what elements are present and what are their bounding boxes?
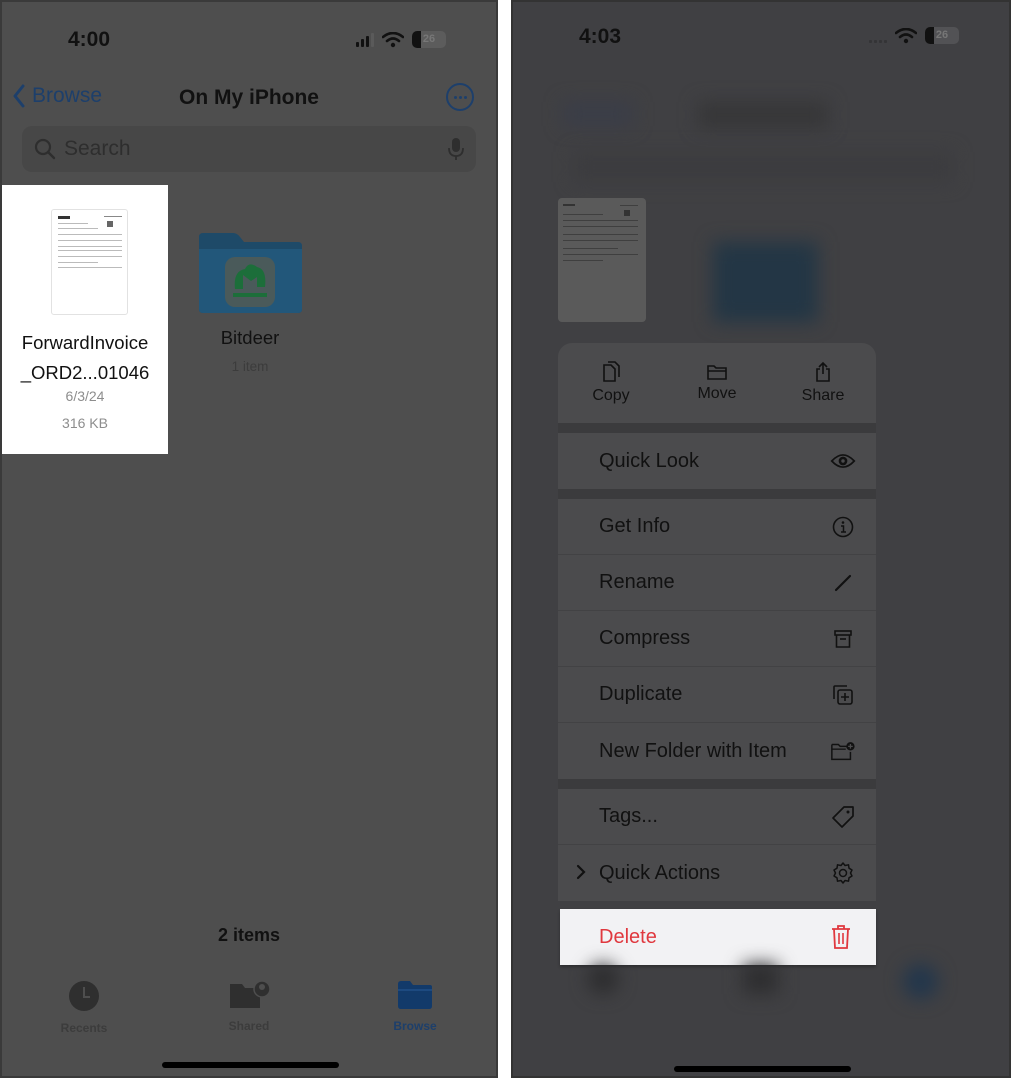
menu-item-tags[interactable]: Tags... <box>558 789 876 845</box>
menu-item-label: New Folder with Item <box>599 739 787 762</box>
wifi-icon <box>382 31 404 47</box>
right-phone-screen: 4:03 26 Copy Move Share Quick Look Get I… <box>511 0 1011 1078</box>
duplicate-plus-icon <box>833 684 853 705</box>
delete-label: Delete <box>599 925 657 948</box>
file-item-invoice[interactable]: ForwardInvoice _ORD2...01046 6/3/24 316 … <box>2 185 168 454</box>
cellular-signal-icon <box>869 29 887 43</box>
home-indicator[interactable] <box>162 1062 339 1068</box>
folder-item-count: 1 item <box>231 359 269 374</box>
tag-icon <box>832 805 854 828</box>
clock-icon <box>69 981 99 1011</box>
tab-bar: Recents Shared Browse <box>2 980 496 1040</box>
ellipsis-dot <box>453 95 457 99</box>
menu-item-rename[interactable]: Rename <box>558 555 876 611</box>
copy-doc-icon <box>603 361 620 382</box>
items-count: 2 items <box>217 925 281 945</box>
eye-icon <box>830 454 856 468</box>
file-name: ForwardInvoice _ORD2...01046 <box>2 328 168 388</box>
file-preview-thumbnail <box>558 198 646 322</box>
left-phone-screen: 4:00 26 Browse On My iPhone Search Forwa… <box>0 0 498 1078</box>
file-size: 316 KB <box>62 415 108 431</box>
shared-folder-icon <box>230 980 271 1008</box>
file-name-line2: _ORD2...01046 <box>20 362 150 383</box>
microphone-icon[interactable] <box>448 137 464 161</box>
blurred-back-button <box>563 102 633 126</box>
tab-label: Recents <box>60 1021 108 1035</box>
copy-button[interactable]: Copy <box>558 343 664 423</box>
menu-item-label: Rename <box>599 571 675 593</box>
share-button[interactable]: Share <box>770 343 876 423</box>
trash-icon <box>832 925 850 949</box>
tab-label: Browse <box>393 1019 437 1033</box>
context-menu-quick-actions: Copy Move Share <box>558 343 876 423</box>
menu-item-label: Get Info <box>599 515 671 537</box>
battery-level: 26 <box>935 29 949 41</box>
battery-icon: 26 <box>412 31 446 48</box>
tab-label: Shared <box>228 1019 270 1033</box>
bitdeer-folder-icon[interactable] <box>197 231 304 315</box>
search-placeholder: Search <box>64 137 131 160</box>
blurred-title <box>698 102 828 128</box>
menu-item-label: Duplicate <box>599 683 683 705</box>
blurred-tab-shared <box>743 964 778 994</box>
search-field[interactable]: Search <box>22 126 476 172</box>
cellular-signal-icon <box>356 32 374 47</box>
context-menu: Copy Move Share Quick Look Get Info Rena… <box>558 343 876 901</box>
menu-item-get-info[interactable]: Get Info <box>558 499 876 555</box>
menu-item-compress[interactable]: Compress <box>558 611 876 667</box>
pencil-icon <box>834 574 852 591</box>
document-thumbnail <box>51 209 128 315</box>
blurred-folder <box>713 242 818 322</box>
status-time: 4:03 <box>579 25 622 48</box>
wifi-icon <box>895 27 917 43</box>
tab-browse[interactable]: Browse <box>360 980 470 1033</box>
battery-level: 26 <box>422 33 436 45</box>
menu-item-quick-actions[interactable]: Quick Actions <box>558 845 876 901</box>
blurred-tab-recents <box>588 964 618 994</box>
blurred-search <box>573 152 953 182</box>
copy-label: Copy <box>592 387 630 404</box>
more-options-button[interactable] <box>446 83 474 111</box>
gear-icon <box>833 862 853 884</box>
menu-separator <box>558 779 876 789</box>
file-name-line1: ForwardInvoice <box>21 332 149 353</box>
info-circle-icon <box>832 516 854 537</box>
battery-icon: 26 <box>925 27 959 44</box>
menu-item-label: Compress <box>599 627 691 649</box>
home-indicator[interactable] <box>674 1066 851 1072</box>
menu-item-delete[interactable]: Delete <box>560 909 876 965</box>
share-icon <box>816 361 830 382</box>
move-button[interactable]: Move <box>664 343 770 423</box>
status-icons: 26 <box>356 31 446 48</box>
page-title: On My iPhone <box>178 86 319 109</box>
archive-box-icon <box>834 629 852 648</box>
magnifier-icon <box>34 138 56 160</box>
folder-name: Bitdeer <box>220 327 280 348</box>
file-date: 6/3/24 <box>65 388 105 404</box>
status-icons: 26 <box>869 27 959 44</box>
chevron-right-icon <box>576 864 586 880</box>
menu-item-label: Quick Actions <box>599 861 721 884</box>
ellipsis-dot <box>463 95 467 99</box>
blurred-tab-browse <box>903 964 938 999</box>
tab-recents[interactable]: Recents <box>29 980 139 1035</box>
folder-badge-plus-icon <box>831 742 855 761</box>
menu-separator <box>558 423 876 433</box>
ellipsis-dot <box>458 95 462 99</box>
tab-shared[interactable]: Shared <box>194 980 304 1033</box>
status-time: 4:00 <box>68 28 111 51</box>
menu-separator <box>558 489 876 499</box>
folder-icon <box>398 981 432 1009</box>
menu-item-label: Quick Look <box>599 449 700 472</box>
share-label: Share <box>801 387 845 404</box>
menu-item-quick-look[interactable]: Quick Look <box>558 433 876 489</box>
move-label: Move <box>697 385 737 402</box>
menu-item-duplicate[interactable]: Duplicate <box>558 667 876 723</box>
menu-item-label: Tags... <box>599 805 658 827</box>
folder-icon <box>707 365 727 380</box>
screen-divider <box>498 0 511 1078</box>
menu-item-new-folder-with-item[interactable]: New Folder with Item <box>558 723 876 779</box>
